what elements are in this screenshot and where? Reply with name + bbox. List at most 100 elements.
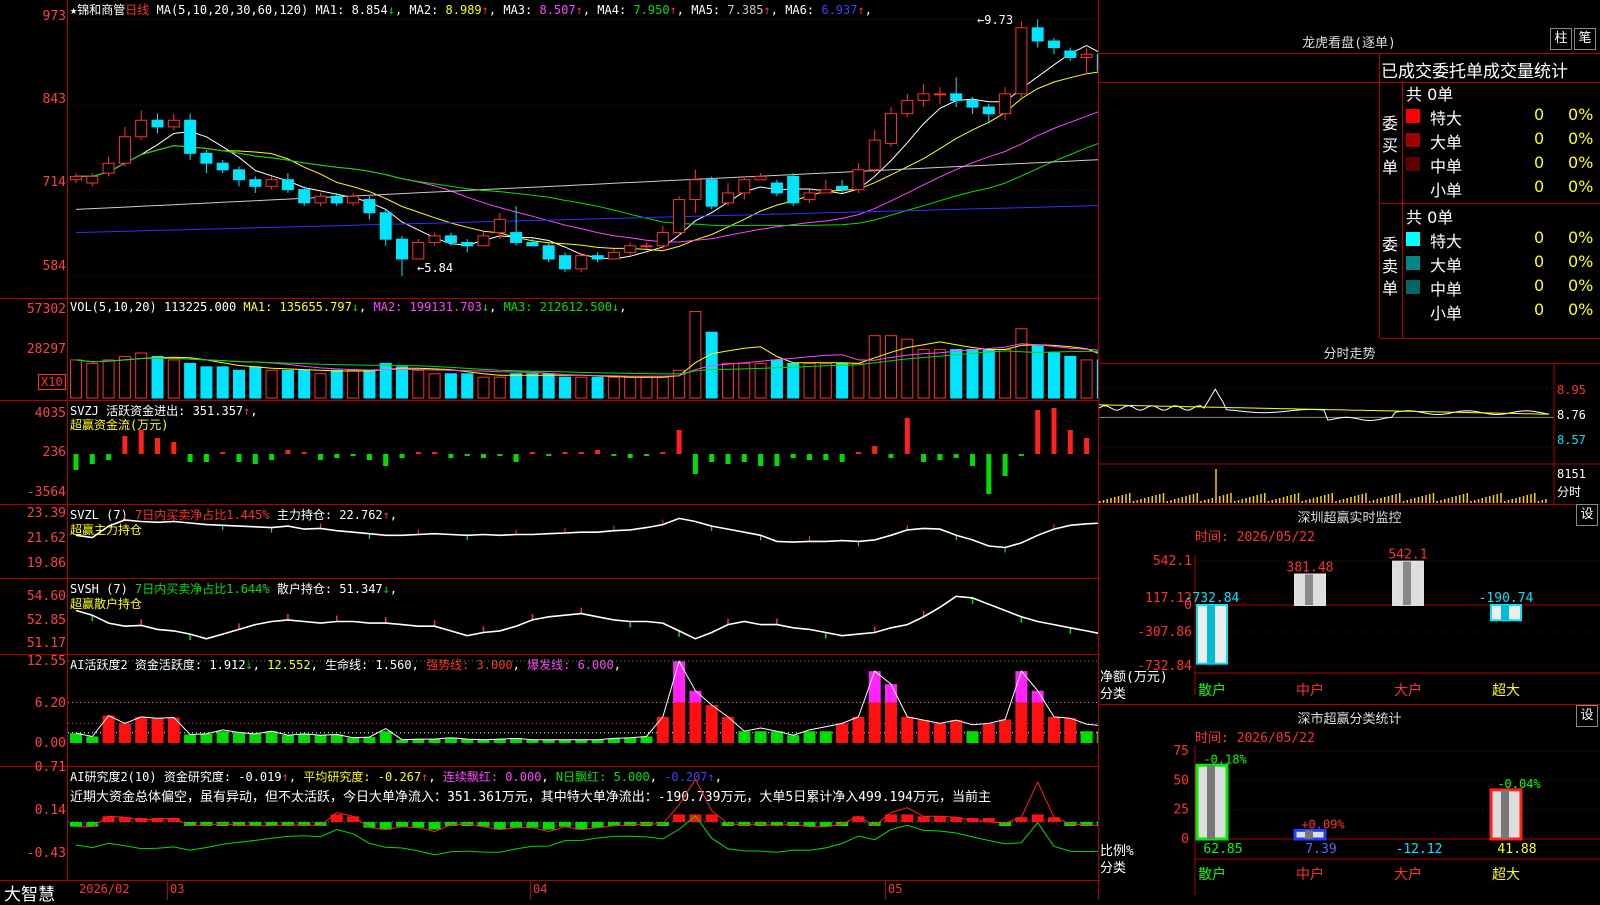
intraday-volume-bar bbox=[1380, 498, 1382, 503]
classify-category-label: 中户 bbox=[1296, 866, 1324, 883]
order-type-label: 特大 bbox=[1430, 109, 1463, 128]
candle-body bbox=[542, 245, 555, 260]
intraday-volume-bar bbox=[1492, 495, 1495, 503]
monitor-chart[interactable]: 542.1117.120-307.86-732.84-732.84散户381.4… bbox=[1099, 545, 1600, 705]
intraday-volume-bar bbox=[1534, 493, 1536, 503]
ai-research-chart[interactable] bbox=[68, 766, 1098, 880]
time-axis: 大智慧 2026/02 03 04 05 bbox=[0, 880, 1098, 905]
fund-flow-bar bbox=[660, 452, 666, 454]
ai-activity-bar bbox=[281, 735, 294, 743]
ai-activity-chart[interactable] bbox=[68, 654, 1098, 766]
intraday-volume-bar bbox=[1477, 499, 1480, 503]
intraday-chart[interactable] bbox=[1099, 364, 1600, 504]
intraday-ytick: 8.76 bbox=[1557, 408, 1586, 422]
volume-bar bbox=[396, 366, 408, 399]
monitor-settings-button[interactable]: 设 bbox=[1576, 504, 1598, 526]
classify-settings-button[interactable]: 设 bbox=[1576, 705, 1598, 727]
volume-chart[interactable] bbox=[68, 298, 1098, 400]
order-type-label: 大单 bbox=[1430, 133, 1463, 152]
classify-change-label: -0.04% bbox=[1497, 777, 1541, 791]
order-stat-tab-label[interactable]: 已成交委托单成交量统计 bbox=[1381, 57, 1568, 82]
classify-change-label: +0.09% bbox=[1301, 817, 1345, 831]
intraday-title: 分时走势 bbox=[1323, 347, 1376, 362]
intraday-volume-bar bbox=[1327, 494, 1330, 503]
intraday-volume-bar bbox=[1496, 494, 1498, 503]
main-position-chart[interactable] bbox=[68, 504, 1098, 578]
intraday-volume-bar bbox=[1376, 499, 1378, 503]
ai-activity-pane[interactable]: AI活跃度2 资金活跃度: 1.912↓, 12.552, 生命线: 1.560… bbox=[0, 654, 1100, 767]
intraday-ytick: 8.57 bbox=[1557, 433, 1586, 447]
monitor-ytick: 542.1 bbox=[1153, 554, 1192, 569]
tick-mode-button[interactable]: 笔 bbox=[1574, 28, 1596, 50]
fund-flow-bar bbox=[220, 452, 226, 454]
fund-flow-bar bbox=[1002, 454, 1008, 476]
intraday-volume-bar bbox=[1260, 494, 1262, 503]
intraday-volume-bar bbox=[1354, 496, 1356, 503]
intraday-volume-bar bbox=[1181, 497, 1183, 503]
retail-position-ytick: 54.60 bbox=[26, 589, 66, 604]
candle-body bbox=[591, 255, 604, 260]
fund-flow-bar bbox=[758, 454, 764, 466]
retail-position-pane[interactable]: SVSH (7) 7日内买卖净占比1.644% 散户持仓: 51.347↓, 超… bbox=[0, 578, 1100, 655]
intraday-volume-bar bbox=[1222, 495, 1225, 503]
candle-body bbox=[493, 218, 506, 234]
fund-flow-bar bbox=[187, 454, 193, 462]
intraday-volume-bar bbox=[1256, 495, 1258, 503]
order-row: 特大 0 0% bbox=[1406, 228, 1600, 251]
classify-category-label: 散户 bbox=[1198, 866, 1226, 883]
fund-flow-bar bbox=[432, 452, 438, 454]
volume-bar bbox=[542, 373, 555, 399]
volume-pane[interactable]: VOL(5,10,20) 113225.000 MA1: 135655.797↓… bbox=[0, 298, 1100, 401]
intraday-volume-bar bbox=[1249, 497, 1251, 503]
fund-flow-bar bbox=[171, 442, 177, 454]
retail-position-chart[interactable] bbox=[68, 578, 1098, 654]
buy-side-divider bbox=[1402, 81, 1403, 203]
main-position-pane[interactable]: SVZL (7) 7日内买卖净占比1.445% 主力持仓: 22.762↑, 超… bbox=[0, 504, 1100, 579]
intraday-volume-bar bbox=[1301, 501, 1303, 503]
brand-logo: 大智慧 bbox=[4, 885, 55, 905]
ai-research-pane[interactable]: AI研究度2(10) 资金研究度: -0.019↑, 平均研究度: -0.267… bbox=[0, 760, 1100, 881]
classify-chart[interactable]: 75 50 25 0 -0.18% 62.85 散户 +0.09% 7.39 中户 -12.12 大户… bbox=[1099, 745, 1600, 900]
intraday-volume-bar bbox=[1537, 501, 1540, 503]
volume-unit-badge: X10 bbox=[38, 374, 66, 390]
ai-activity-bar bbox=[1080, 731, 1093, 743]
volume-bar bbox=[656, 376, 669, 399]
classify-time: 时间: 2026/05/22 bbox=[1195, 731, 1315, 746]
intraday-bottom-border bbox=[1099, 504, 1600, 505]
order-color-swatch bbox=[1406, 232, 1420, 246]
fund-flow-chart[interactable] bbox=[68, 400, 1098, 504]
fund-flow-bar bbox=[888, 454, 894, 458]
candlestick-chart[interactable] bbox=[68, 0, 1098, 298]
intraday-volume-bar bbox=[1331, 493, 1333, 503]
fund-flow-bar bbox=[350, 454, 356, 456]
candle-body bbox=[868, 139, 881, 171]
order-stat-tabs[interactable]: 已成交委托单成交量统计 bbox=[1099, 53, 1600, 83]
ma-line bbox=[75, 159, 1098, 210]
classify-ytick: 0 bbox=[1181, 832, 1189, 847]
ma-line bbox=[76, 71, 1098, 252]
candle-body bbox=[526, 241, 539, 247]
intraday-volume-bar bbox=[1121, 495, 1123, 503]
ai-activity-burst-bar bbox=[673, 661, 686, 703]
fund-flow-pane[interactable]: SVZJ 活跃资金进出: 351.357↑, 超赢资金流(万元) 4035 23… bbox=[0, 400, 1100, 505]
classify-change-label: -0.18% bbox=[1203, 752, 1247, 766]
volume-bar bbox=[216, 366, 229, 399]
intraday-volume-bar bbox=[1365, 493, 1367, 503]
price-pane[interactable]: ★锦和商管日线 MA(5,10,20,30,60,120) MA1: 8.854… bbox=[0, 0, 1100, 299]
fund-flow-bar bbox=[1051, 408, 1057, 454]
fund-flow-bar bbox=[546, 454, 552, 456]
intraday-volume-bar bbox=[1507, 500, 1510, 503]
fund-flow-bar bbox=[513, 454, 519, 462]
volume-bar bbox=[330, 369, 343, 399]
order-row: 中单 0 0% bbox=[1406, 276, 1600, 299]
classify-ytick: 75 bbox=[1173, 745, 1189, 759]
order-row: 特大 0 0% bbox=[1406, 105, 1600, 128]
volume-bar bbox=[689, 310, 702, 399]
order-count: 0 bbox=[1534, 105, 1545, 124]
volume-bar bbox=[559, 376, 571, 399]
chart-area[interactable]: ★锦和商管日线 MA(5,10,20,30,60,120) MA1: 8.854… bbox=[0, 0, 1100, 905]
candle-body bbox=[428, 235, 441, 243]
intraday-volume-bar bbox=[1166, 501, 1168, 503]
fund-flow-bar bbox=[1084, 438, 1090, 454]
bar-mode-button[interactable]: 柱 bbox=[1550, 28, 1572, 50]
